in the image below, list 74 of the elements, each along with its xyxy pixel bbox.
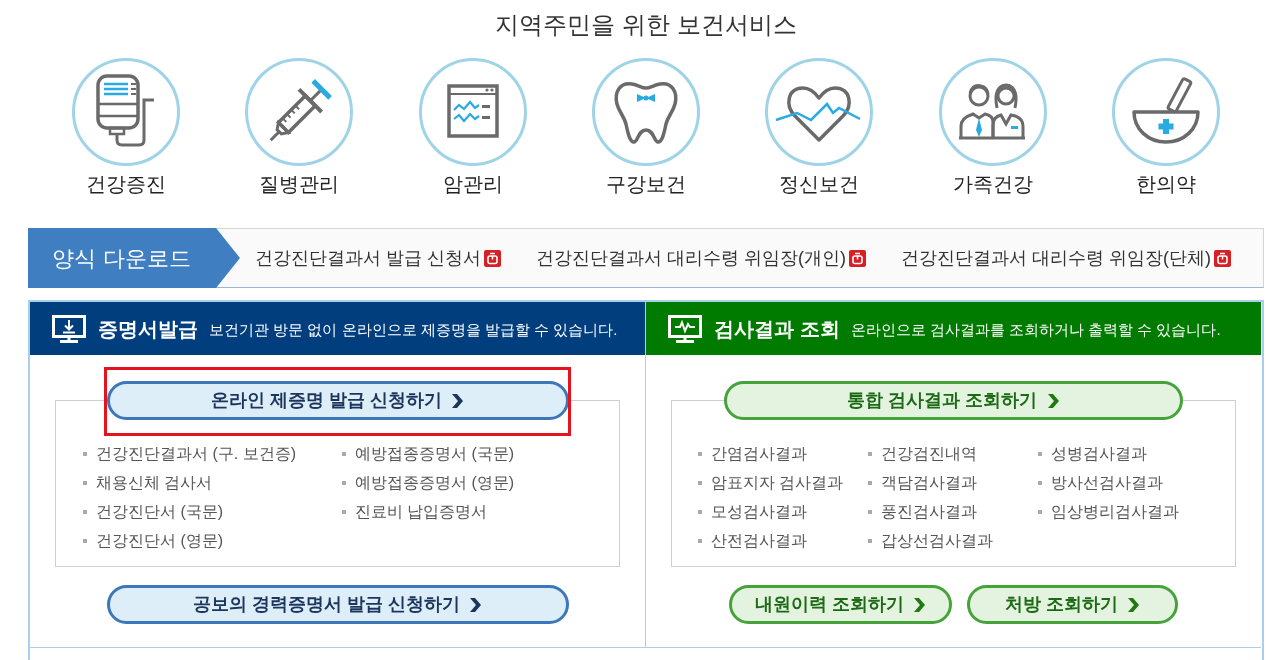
download-link[interactable]: 건강진단결과서 대리수령 위임장(단체) — [901, 244, 1231, 272]
test-result-item: 건강검진내역 — [881, 443, 977, 464]
chevron-right-icon — [1046, 392, 1060, 409]
mortar-pestle-icon — [1112, 58, 1221, 166]
bullet-icon — [698, 538, 702, 543]
panel-description: 보건기관 방문 없이 온라인으로 제증명을 발급할 수 있습니다. — [209, 319, 618, 340]
document-item: 건강진단서 (영문) — [96, 530, 224, 551]
bullet-icon — [868, 509, 872, 514]
syringe-icon — [245, 58, 354, 166]
apply-button[interactable]: 공보의 경력증명서 발급 신청하기 — [106, 585, 569, 624]
bullet-icon — [1038, 480, 1042, 485]
lookup-button[interactable]: 통합 검사결과 조회하기 — [724, 381, 1183, 420]
monitor-pulse-icon — [668, 314, 702, 343]
lookup-button[interactable]: 내원이력 조회하기 — [729, 585, 952, 624]
page-title: 지역주민을 위한 보건서비스 — [495, 10, 797, 40]
test-result-item: 객담검사결과 — [881, 472, 977, 493]
document-item: 건강진단결과서 (구. 보건증) — [96, 443, 296, 464]
service-link[interactable]: 건강증진 — [71, 58, 180, 196]
chevron-right-icon — [451, 392, 464, 409]
bullet-icon — [83, 509, 87, 514]
apply-button[interactable]: 온라인 제증명 발급 신청하기 — [106, 381, 569, 420]
download-link[interactable]: 건강진단결과서 발급 신청서 — [255, 244, 501, 272]
panel-description: 온라인으로 검사결과를 조회하거나 출력할 수 있습니다. — [850, 319, 1221, 340]
bullet-icon — [342, 451, 346, 456]
bullet-icon — [698, 509, 702, 514]
test-result-item: 산전검사결과 — [711, 530, 807, 551]
test-result-item: 갑상선검사결과 — [881, 530, 993, 551]
iv-bag-icon — [71, 58, 180, 166]
bullet-icon — [83, 451, 87, 456]
monitor-download-icon — [52, 314, 86, 343]
download-section-label: 양식 다운로드 — [28, 228, 240, 288]
two-people-icon — [938, 58, 1047, 166]
bullet-icon — [1038, 451, 1042, 456]
test-result-item: 성병검사결과 — [1051, 443, 1147, 464]
document-item: 건강진단서 (국문) — [96, 501, 224, 522]
document-item: 예방접종증명서 (국문) — [355, 443, 515, 464]
file-icon — [484, 249, 501, 267]
bullet-icon — [698, 480, 702, 485]
bullet-icon — [342, 509, 346, 514]
bullet-icon — [868, 480, 872, 485]
file-icon — [1214, 249, 1231, 267]
test-result-item: 방사선검사결과 — [1051, 472, 1163, 493]
bullet-icon — [1038, 509, 1042, 514]
panel-title: 증명서발급 — [98, 316, 198, 342]
document-item: 진료비 납입증명서 — [355, 501, 488, 522]
test-result-item: 암표지자 검사결과 — [711, 472, 844, 493]
chevron-right-icon — [1127, 596, 1140, 613]
panel-title: 검사결과 조회 — [714, 316, 840, 342]
heart-pulse-icon — [765, 58, 874, 166]
bullet-icon — [83, 480, 87, 485]
test-result-item: 임상병리검사결과 — [1051, 501, 1179, 522]
service-link[interactable]: 암관리 — [418, 58, 527, 196]
test-result-item: 간염검사결과 — [711, 443, 807, 464]
service-link[interactable]: 구강보건 — [592, 58, 700, 196]
bullet-icon — [342, 480, 346, 485]
document-item: 채용신체 검사서 — [96, 472, 213, 493]
bullet-icon — [868, 451, 872, 456]
service-link[interactable]: 질병관리 — [245, 58, 354, 196]
document-item: 예방접종증명서 (영문) — [355, 472, 515, 493]
vital-monitor-icon — [418, 58, 527, 166]
lookup-button[interactable]: 처방 조회하기 — [967, 585, 1178, 624]
bullet-icon — [83, 538, 87, 543]
chevron-right-icon — [469, 596, 482, 613]
test-result-item: 모성검사결과 — [711, 501, 807, 522]
service-link[interactable]: 한의약 — [1112, 58, 1221, 196]
chevron-right-icon — [913, 596, 926, 613]
bullet-icon — [868, 538, 872, 543]
service-link[interactable]: 가족건강 — [938, 58, 1047, 196]
service-link[interactable]: 정신보건 — [765, 58, 874, 196]
bullet-icon — [698, 451, 702, 456]
download-link[interactable]: 건강진단결과서 대리수령 위임장(개인) — [536, 244, 866, 272]
tooth-icon — [592, 58, 700, 166]
file-icon — [849, 249, 866, 267]
test-result-item: 풍진검사결과 — [881, 501, 977, 522]
